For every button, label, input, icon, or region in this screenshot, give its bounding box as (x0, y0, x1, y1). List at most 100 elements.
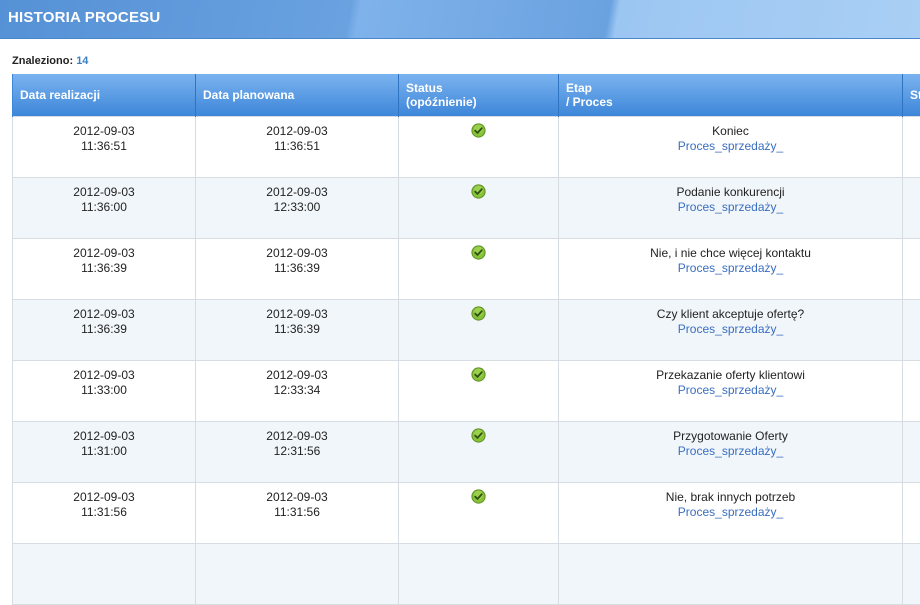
check-circle-icon (471, 489, 486, 508)
date-planned-date: 2012-09-03 (266, 185, 327, 199)
date-done-date: 2012-09-03 (73, 368, 134, 382)
cell-date-done: 2012-09-0311:31:00 (13, 422, 196, 483)
results-count-label: Znaleziono (12, 55, 69, 67)
stage-name: Podanie konkurencji (559, 185, 902, 200)
process-link[interactable]: Proces_sprzedaży_ (678, 261, 783, 275)
cell-stage-process: KoniecProces_sprzedaży_ (559, 117, 903, 178)
process-link[interactable]: Proces_sprzedaży_ (678, 383, 783, 397)
cell-date-done (13, 544, 196, 605)
cell-extra (903, 300, 920, 361)
date-planned-time: 12:33:34 (274, 383, 321, 397)
date-planned-date: 2012-09-03 (266, 124, 327, 138)
cell-date-planned: 2012-09-0312:33:00 (196, 178, 399, 239)
cell-date-planned: 2012-09-0311:36:39 (196, 239, 399, 300)
results-count-value: 14 (76, 55, 88, 67)
stage-name: Koniec (559, 124, 902, 139)
column-header-stage-process[interactable]: Etap/ Proces (559, 74, 903, 117)
column-header-date-planned[interactable]: Data planowana (196, 74, 399, 117)
check-circle-icon (471, 367, 486, 386)
cell-status (399, 422, 559, 483)
cell-extra (903, 544, 920, 605)
cell-stage-process: Przygotowanie OfertyProces_sprzedaży_ (559, 422, 903, 483)
date-planned-time: 11:36:39 (274, 322, 320, 336)
table-header-row: Data realizacji Data planowana Status(op… (13, 74, 920, 117)
cell-status (399, 117, 559, 178)
date-planned-date: 2012-09-03 (266, 307, 327, 321)
stage-name: Czy klient akceptuje ofertę? (559, 307, 902, 322)
title-bar: HISTORIA PROCESU (0, 0, 920, 39)
check-circle-icon (471, 245, 486, 264)
cell-status (399, 544, 559, 605)
date-done-date: 2012-09-03 (73, 124, 134, 138)
process-link[interactable]: Proces_sprzedaży_ (678, 322, 783, 336)
cell-status (399, 178, 559, 239)
cell-stage-process: Nie, i nie chce więcej kontaktuProces_sp… (559, 239, 903, 300)
date-done-date: 2012-09-03 (73, 185, 134, 199)
cell-stage-process: Czy klient akceptuje ofertę?Proces_sprze… (559, 300, 903, 361)
page-title: HISTORIA PROCESU (8, 9, 160, 26)
date-done-date: 2012-09-03 (73, 429, 134, 443)
table-row[interactable]: 2012-09-0311:31:562012-09-0311:31:56Nie,… (13, 483, 920, 544)
cell-date-done: 2012-09-0311:36:39 (13, 300, 196, 361)
date-planned-time: 11:36:51 (274, 139, 320, 153)
table-row[interactable]: 2012-09-0311:36:392012-09-0311:36:39Nie,… (13, 239, 920, 300)
date-planned-date: 2012-09-03 (266, 368, 327, 382)
check-circle-icon (471, 428, 486, 447)
column-header-status[interactable]: Status(opóźnienie) (399, 74, 559, 117)
process-link[interactable]: Proces_sprzedaży_ (678, 200, 783, 214)
cell-status (399, 300, 559, 361)
cell-status (399, 361, 559, 422)
cell-extra (903, 483, 920, 544)
cell-date-planned: 2012-09-0311:31:56 (196, 483, 399, 544)
date-planned-time: 11:31:56 (274, 505, 320, 519)
check-circle-icon (471, 123, 486, 142)
process-history-table: Data realizacji Data planowana Status(op… (12, 74, 920, 605)
process-link[interactable]: Proces_sprzedaży_ (678, 139, 783, 153)
date-done-date: 2012-09-03 (73, 490, 134, 504)
cell-extra (903, 178, 920, 239)
table-row[interactable]: 2012-09-0311:31:002012-09-0312:31:56Przy… (13, 422, 920, 483)
process-link[interactable]: Proces_sprzedaży_ (678, 444, 783, 458)
table-row[interactable]: 2012-09-0311:36:392012-09-0311:36:39Czy … (13, 300, 920, 361)
date-done-time: 11:36:00 (81, 200, 127, 214)
table-row[interactable]: 2012-09-0311:36:002012-09-0312:33:00Poda… (13, 178, 920, 239)
check-circle-icon (471, 306, 486, 325)
table-body: 2012-09-0311:36:512012-09-0311:36:51Koni… (13, 117, 920, 605)
cell-extra (903, 361, 920, 422)
check-circle-icon (471, 184, 486, 203)
results-count: Znaleziono: 14 (12, 55, 88, 67)
column-header-date-done[interactable]: Data realizacji (13, 74, 196, 117)
cell-stage-process: Nie, brak innych potrzebProces_sprzedaży… (559, 483, 903, 544)
cell-stage-process: Przekazanie oferty klientowiProces_sprze… (559, 361, 903, 422)
stage-name: Nie, brak innych potrzeb (559, 490, 902, 505)
column-header-extra[interactable]: St (903, 74, 920, 117)
cell-date-planned: 2012-09-0311:36:39 (196, 300, 399, 361)
cell-extra (903, 239, 920, 300)
date-done-time: 11:36:39 (81, 261, 127, 275)
table-row[interactable] (13, 544, 920, 605)
cell-extra (903, 422, 920, 483)
cell-date-planned (196, 544, 399, 605)
cell-date-done: 2012-09-0311:31:56 (13, 483, 196, 544)
date-done-time: 11:36:51 (81, 139, 127, 153)
date-done-time: 11:31:56 (81, 505, 127, 519)
cell-date-done: 2012-09-0311:36:00 (13, 178, 196, 239)
date-done-time: 11:36:39 (81, 322, 127, 336)
cell-date-planned: 2012-09-0312:31:56 (196, 422, 399, 483)
cell-stage-process: Podanie konkurencjiProces_sprzedaży_ (559, 178, 903, 239)
stage-name: Przygotowanie Oferty (559, 429, 902, 444)
date-done-time: 11:31:00 (81, 444, 127, 458)
cell-date-done: 2012-09-0311:33:00 (13, 361, 196, 422)
date-planned-time: 12:31:56 (274, 444, 321, 458)
cell-extra (903, 117, 920, 178)
date-planned-date: 2012-09-03 (266, 246, 327, 260)
table-row[interactable]: 2012-09-0311:33:002012-09-0312:33:34Prze… (13, 361, 920, 422)
date-done-time: 11:33:00 (81, 383, 127, 397)
cell-date-planned: 2012-09-0312:33:34 (196, 361, 399, 422)
date-done-date: 2012-09-03 (73, 307, 134, 321)
table-row[interactable]: 2012-09-0311:36:512012-09-0311:36:51Koni… (13, 117, 920, 178)
stage-name: Nie, i nie chce więcej kontaktu (559, 246, 902, 261)
date-done-date: 2012-09-03 (73, 246, 134, 260)
stage-name: Przekazanie oferty klientowi (559, 368, 902, 383)
process-link[interactable]: Proces_sprzedaży_ (678, 505, 783, 519)
